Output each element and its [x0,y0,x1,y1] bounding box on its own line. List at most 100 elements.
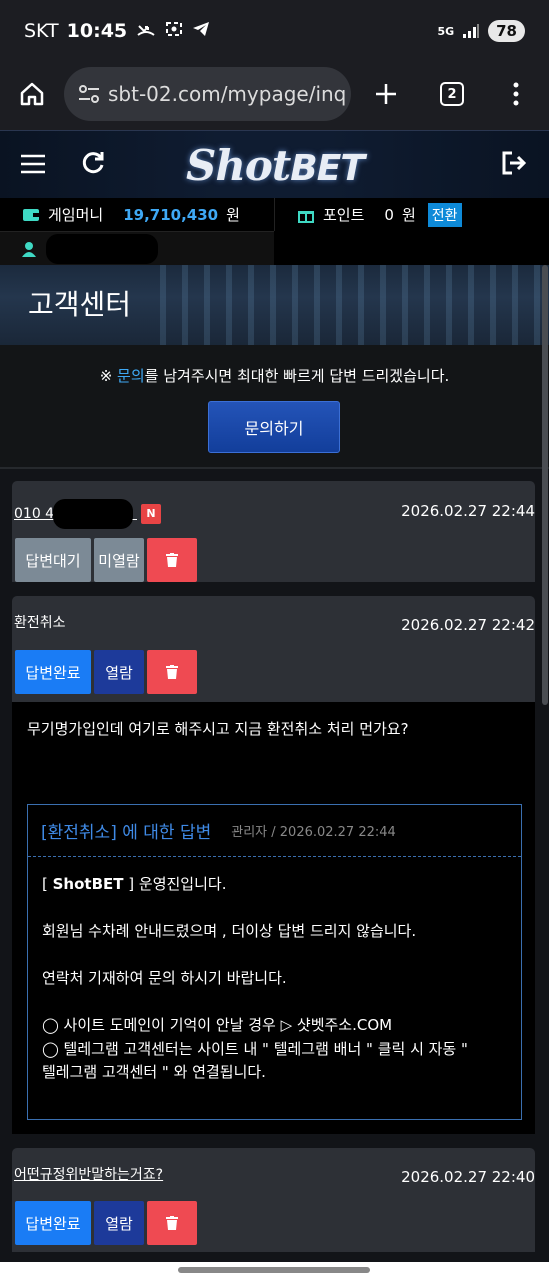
account-info-row: 게임머니 19,710,430 원 포인트 0 원 전환 [0,198,549,231]
page-title: 고객센터 [28,288,132,321]
logout-button[interactable] [502,151,527,179]
delete-button[interactable] [147,650,197,694]
notice-text: ※ 문의를 남겨주시면 최대한 빠르게 답변 드리겠습니다. [0,365,549,386]
address-bar[interactable]: sbt-02.com/mypage/inq [64,67,351,121]
point-unit: 원 [401,206,416,224]
point-value: 0 [384,205,394,224]
new-tab-button[interactable] [366,74,406,114]
gift-icon [298,210,314,223]
site-logo[interactable]: ShotBET [186,141,365,190]
answer-title: [환전취소] 에 대한 답변 [41,823,212,843]
more-vert-icon [513,82,519,106]
screenshot-icon [165,21,182,36]
missed-call-icon [137,24,155,36]
site-header: ShotBET [0,130,549,198]
home-button[interactable] [12,74,52,114]
new-badge: N [141,504,161,524]
logo-bet: BET [290,148,365,189]
status-right: 5G 78 [437,20,525,42]
refresh-icon [82,152,104,174]
inquiry-subject[interactable]: 환전취소 [14,612,66,632]
system-nav-bar [0,1262,549,1280]
menu-button[interactable] [20,153,46,179]
browser-menu-button[interactable] [496,74,536,114]
inquiry-date: 2026.02.27 22:40 [401,1168,535,1186]
battery-level: 78 [488,20,525,42]
trash-icon [166,553,178,567]
5g-icon: 5G [437,24,455,38]
read-badge: 열람 [94,1201,144,1245]
home-icon [20,82,44,106]
hamburger-icon [21,154,45,174]
delete-button[interactable] [147,538,197,582]
answer-line: ◯ 텔레그램 고객센터는 사이트 내 " 텔레그램 배너 " 클릭 시 자동 " [42,1039,468,1058]
logout-icon [502,151,527,175]
inquiry-subject[interactable]: 010 4 N [14,499,161,529]
status-bar: SKT 10:45 5G 78 [0,0,549,62]
answer-line-prefix: [ [42,875,53,893]
user-info [0,231,274,265]
game-money: 게임머니 19,710,430 원 [0,198,274,231]
divider [0,467,549,469]
answer-line: 연락처 기재하여 문의 하시기 바랍니다. [42,969,287,987]
money-value: 19,710,430 [123,205,219,224]
inquiry-item[interactable]: 환전취소 2026.02.27 22:42 답변완료 열람 [12,596,535,702]
delete-button[interactable] [147,1201,197,1245]
inquiry-date: 2026.02.27 22:44 [401,502,535,520]
trash-icon [166,665,178,679]
redacted-username [46,233,158,264]
browser-toolbar: sbt-02.com/mypage/inq 2 [0,62,549,130]
ask-question-button[interactable]: 문의하기 [208,401,340,453]
home-gesture-handle[interactable] [178,1267,370,1273]
status-badge: 답변완료 [15,1201,91,1245]
telegram-icon [192,21,209,36]
scrollbar[interactable] [542,265,548,705]
page-banner: 고객센터 [0,265,549,345]
notice-prefix: ※ [99,367,118,385]
refresh-button[interactable] [80,150,106,180]
notice-highlight: 문의 [117,367,145,385]
money-unit: 원 [226,206,240,224]
inquiry-actions: 답변완료 열람 [15,1201,197,1245]
answer-meta: 관리자 / 2026.02.27 22:44 [231,825,396,840]
inquiry-item[interactable]: 어떤규정위반말하는거죠? 2026.02.27 22:40 답변완료 열람 [12,1148,535,1252]
inquiry-item[interactable]: 010 4 N 2026.02.27 22:44 답변대기 미열람 [12,481,535,582]
read-badge: 미열람 [94,538,144,582]
inquiry-subject[interactable]: 어떤규정위반말하는거죠? [14,1164,163,1184]
convert-button[interactable]: 전환 [427,202,462,227]
notice-suffix: 를 남겨주시면 최대한 빠르게 답변 드리겠습니다. [144,367,450,385]
status-badge: 답변대기 [15,538,91,582]
inquiry-actions: 답변대기 미열람 [15,538,197,582]
answer-line: 회원님 수차례 안내드렸으며 , 더이상 답변 드리지 않습니다. [42,922,417,940]
banner-background [160,265,549,345]
logo-shot: Shot [186,141,291,190]
point-label: 포인트 [323,206,365,224]
user-icon [22,241,36,257]
url-text: sbt-02.com/mypage/inq [108,82,347,106]
inquiry-subject-text: 010 4 [14,506,55,522]
tab-count: 2 [440,82,464,106]
trash-icon [166,1216,178,1230]
clock: 10:45 [66,20,128,42]
points: 포인트 0 원 전환 [274,198,549,231]
answer-line: ◯ 사이트 도메인이 기억이 안날 경우 ▷ 샷벳주소.COM [42,1016,393,1034]
answer-line-suffix: ] 운영진입니다. [123,875,227,893]
answer-line: 텔레그램 고객센터 " 와 연결됩니다. [42,1063,266,1081]
answer-box: [환전취소] 에 대한 답변 관리자 / 2026.02.27 22:44 [ … [27,804,522,1120]
notification-icons [137,21,210,42]
notice-area: ※ 문의를 남겨주시면 최대한 빠르게 답변 드리겠습니다. 문의하기 [0,345,549,467]
answer-header: [환전취소] 에 대한 답변 관리자 / 2026.02.27 22:44 [28,805,521,857]
answer-line: [ ShotBET ] 운영진입니다. [42,873,468,897]
read-badge: 열람 [94,650,144,694]
redacted-phone [52,499,133,529]
question-text: 무기명가입인데 여기로 해주시고 지금 환전취소 처리 먼가요? [27,720,409,738]
money-label: 게임머니 [48,206,104,224]
inquiry-detail: 무기명가입인데 여기로 해주시고 지금 환전취소 처리 먼가요? [환전취소] … [12,702,535,1134]
site-settings-icon[interactable] [78,84,100,104]
signal-icon [463,24,480,38]
inquiry-date: 2026.02.27 22:42 [401,616,535,634]
carrier-label: SKT [24,20,59,42]
tab-switcher-button[interactable]: 2 [432,74,472,114]
wallet-icon [23,208,39,221]
status-badge: 답변완료 [15,650,91,694]
